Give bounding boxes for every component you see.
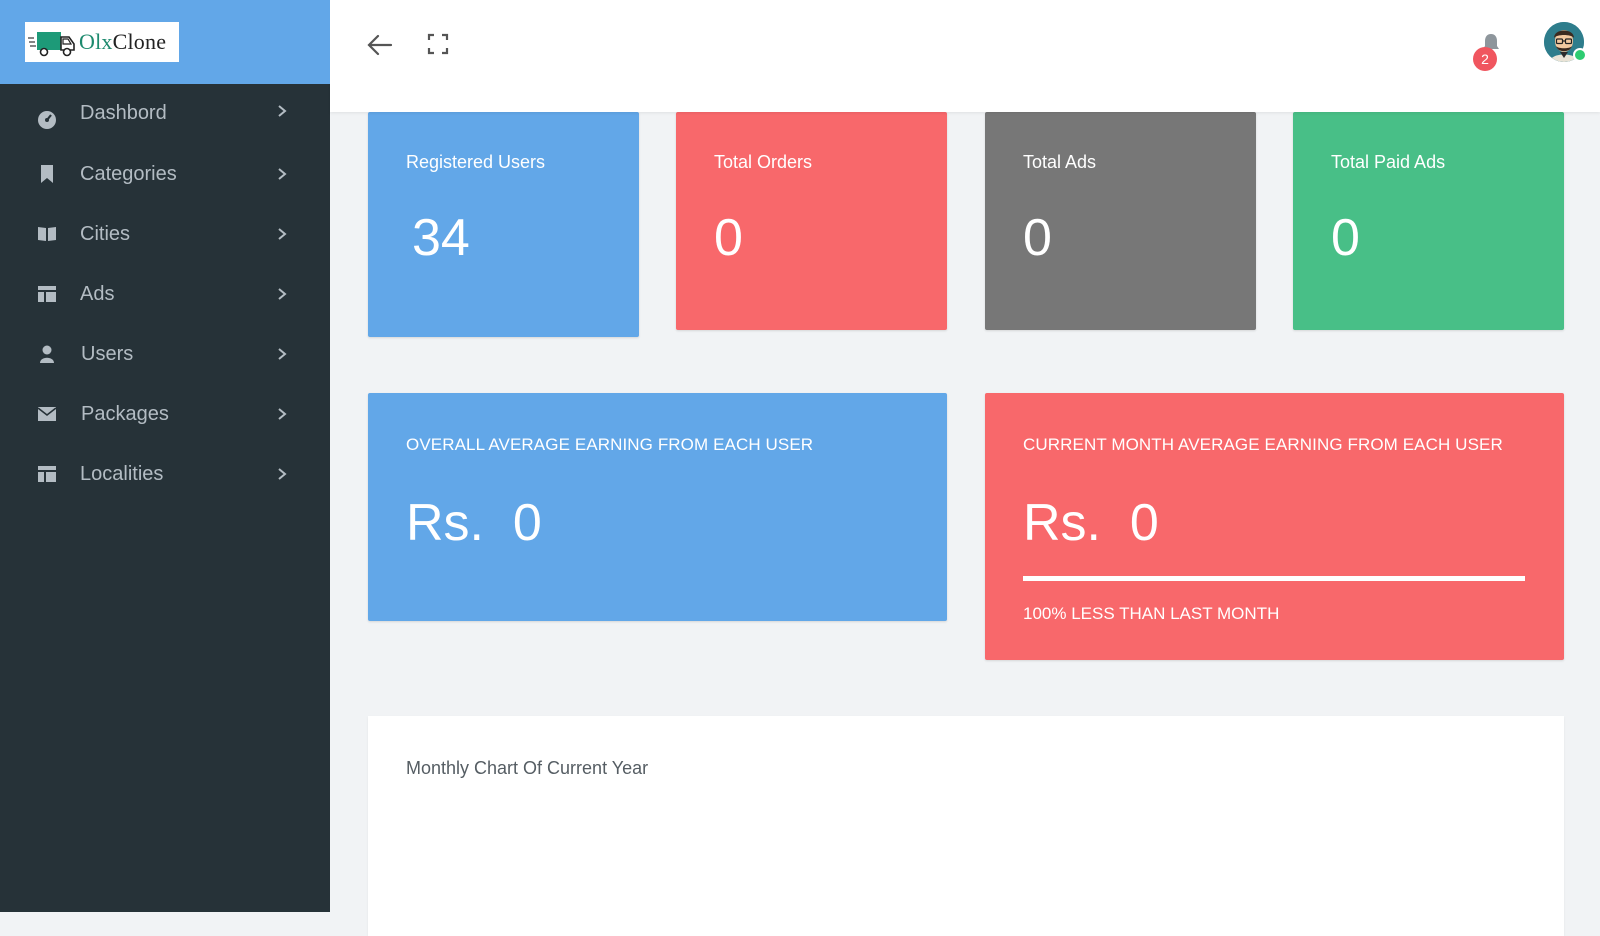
online-status-indicator xyxy=(1573,48,1587,62)
sidebar-item-packages[interactable]: Packages xyxy=(0,384,330,444)
stat-card-registered-users: Registered Users 34 xyxy=(368,112,639,337)
sidebar-item-label: Ads xyxy=(80,282,115,305)
stat-card-value: 34 xyxy=(412,209,470,267)
book-icon xyxy=(37,224,57,244)
earning-card-title: CURRENT MONTH AVERAGE EARNING FROM EACH … xyxy=(1023,435,1503,454)
chevron-right-icon xyxy=(278,348,287,360)
monthly-chart-panel: Monthly Chart Of Current Year xyxy=(368,716,1564,936)
sidebar-item-cities[interactable]: Cities xyxy=(0,204,330,264)
brand-name: OlxClone xyxy=(79,29,166,55)
bookmark-icon xyxy=(37,164,57,184)
user-icon xyxy=(37,344,57,364)
stat-card-title: Total Ads xyxy=(1023,152,1097,172)
truck-icon xyxy=(28,32,75,57)
brand-name-clone: Clone xyxy=(112,29,167,54)
stat-card-total-ads: Total Ads 0 xyxy=(985,112,1256,330)
fullscreen-icon[interactable] xyxy=(426,32,450,56)
dashboard-icon xyxy=(37,110,57,130)
brand-logo[interactable]: OlxClone xyxy=(25,22,179,62)
stat-card-value: 0 xyxy=(1023,209,1052,267)
sidebar: OlxClone Dashbord Categories Cities Ads … xyxy=(0,0,330,912)
chevron-right-icon xyxy=(278,168,287,180)
sidebar-item-users[interactable]: Users xyxy=(0,324,330,384)
sidebar-item-label: Users xyxy=(81,342,134,365)
earning-progress-bar xyxy=(1023,576,1525,581)
earning-card-value: Rs. 0 xyxy=(406,494,542,552)
chevron-right-icon xyxy=(278,105,287,117)
earning-card-value: Rs. 0 xyxy=(1023,494,1159,552)
earning-card-title: OVERALL AVERAGE EARNING FROM EACH USER xyxy=(406,435,814,454)
table-icon xyxy=(37,284,57,304)
stat-card-title: Total Orders xyxy=(714,152,813,172)
sidebar-item-label: Dashbord xyxy=(80,102,167,124)
sidebar-item-dashboard[interactable]: Dashbord xyxy=(0,84,330,144)
earning-comparison-text: 100% LESS THAN LAST MONTH xyxy=(1023,604,1280,623)
stat-card-total-orders: Total Orders 0 xyxy=(676,112,947,330)
chevron-right-icon xyxy=(278,228,287,240)
panel-title: Monthly Chart Of Current Year xyxy=(406,758,649,778)
chevron-right-icon xyxy=(278,468,287,480)
sidebar-item-ads[interactable]: Ads xyxy=(0,264,330,324)
current-month-average-earning-card: CURRENT MONTH AVERAGE EARNING FROM EACH … xyxy=(985,393,1564,660)
logo-bar: OlxClone xyxy=(0,0,330,84)
arrow-left-icon[interactable] xyxy=(364,30,394,60)
sidebar-item-label: Packages xyxy=(81,402,169,425)
envelope-icon xyxy=(37,404,57,424)
chevron-right-icon xyxy=(278,408,287,420)
top-header: 2 xyxy=(330,0,1600,112)
sidebar-item-categories[interactable]: Categories xyxy=(0,144,330,204)
stat-card-value: 0 xyxy=(1331,209,1360,267)
notification-badge: 2 xyxy=(1473,47,1497,71)
overall-average-earning-card: OVERALL AVERAGE EARNING FROM EACH USER R… xyxy=(368,393,947,621)
stat-card-value: 0 xyxy=(714,209,743,267)
sidebar-item-label: Cities xyxy=(80,222,131,245)
sidebar-item-label: Categories xyxy=(80,162,177,185)
table-icon xyxy=(37,464,57,484)
brand-name-olx: Olx xyxy=(79,29,113,54)
stat-card-title: Total Paid Ads xyxy=(1331,152,1446,172)
earning-progress-fill xyxy=(1023,576,1525,581)
stat-card-total-paid-ads: Total Paid Ads 0 xyxy=(1293,112,1564,330)
sidebar-item-label: Localities xyxy=(80,462,164,485)
chevron-right-icon xyxy=(278,288,287,300)
sidebar-item-localities[interactable]: Localities xyxy=(0,444,330,504)
stat-card-title: Registered Users xyxy=(406,152,546,172)
